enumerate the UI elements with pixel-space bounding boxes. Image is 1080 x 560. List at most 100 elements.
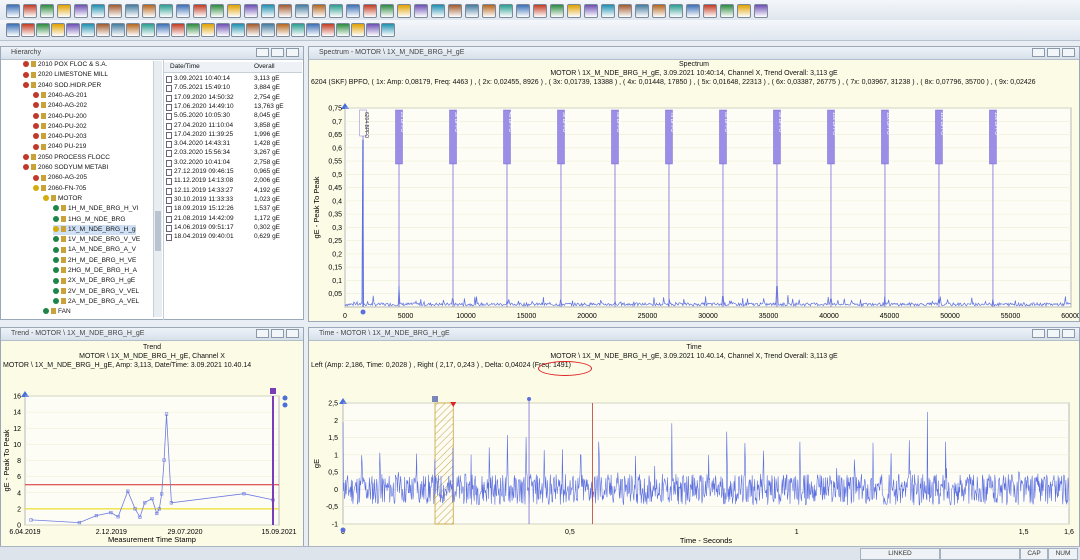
tree-item[interactable]: 2050 PROCESS FLOCC <box>23 153 110 163</box>
spectrum-cursor-handle[interactable] <box>360 309 366 315</box>
toolbar-button[interactable] <box>141 23 155 37</box>
toolbar-button[interactable] <box>737 4 751 18</box>
toolbar-button[interactable] <box>108 4 122 18</box>
list-item[interactable]: 17.09.2020 14:50:32 2,754 gE <box>164 93 302 102</box>
toolbar-button[interactable] <box>231 23 245 37</box>
toolbar-button[interactable] <box>448 4 462 18</box>
toolbar-button[interactable] <box>380 4 394 18</box>
list-item[interactable]: 11.12.2019 14:13:08 2,006 gE <box>164 176 302 186</box>
toolbar-button[interactable] <box>618 4 632 18</box>
tree-item[interactable]: 2010 POX FLOC & S.A. <box>23 60 107 70</box>
tree-item[interactable]: 2040-PU-202 <box>33 122 87 132</box>
toolbar-button[interactable] <box>686 4 700 18</box>
toolbar-button[interactable] <box>126 23 140 37</box>
tree-item[interactable]: 2040-PU-203 <box>33 132 87 142</box>
toolbar-button[interactable] <box>321 23 335 37</box>
toolbar-button[interactable] <box>244 4 258 18</box>
toolbar-button[interactable] <box>366 23 380 37</box>
tree-item[interactable]: 1H_M_NDE_BRG_H_VI <box>53 204 138 214</box>
toolbar-button[interactable] <box>57 4 71 18</box>
list-item[interactable]: 3.09.2021 10:40:14 3,113 gE <box>164 74 302 83</box>
trend-cursor-dot[interactable] <box>282 402 288 408</box>
time-chart[interactable]: -1-0,500,511,522,500,511,51,6Time - Seco… <box>309 341 1079 546</box>
toolbar-button[interactable] <box>176 4 190 18</box>
toolbar-button[interactable] <box>312 4 326 18</box>
list-item[interactable]: 30.10.2019 11:33:33 1,023 gE <box>164 195 302 204</box>
toolbar-button[interactable] <box>584 4 598 18</box>
trend-cursor-dot[interactable] <box>282 395 288 401</box>
tree-item[interactable]: 2040-AG-201 <box>33 91 87 101</box>
toolbar-button[interactable] <box>193 4 207 18</box>
list-item[interactable]: 17.04.2020 11:39:25 1,996 gE <box>164 130 302 139</box>
list-item[interactable]: 5.05.2020 10:05:30 8,045 gE <box>164 111 302 121</box>
tree-item[interactable]: 1HG_M_NDE_BRG <box>53 215 125 225</box>
toolbar-button[interactable] <box>156 23 170 37</box>
maximize-button[interactable] <box>271 329 284 338</box>
close-button[interactable] <box>1062 329 1075 338</box>
tree-item[interactable]: 1A_M_NDE_BRG_A_V <box>53 245 136 255</box>
maximize-button[interactable] <box>1047 48 1060 57</box>
toolbar-button[interactable] <box>567 4 581 18</box>
toolbar-button[interactable] <box>381 23 395 37</box>
list-item[interactable]: 27.04.2020 11:10:04 3,858 gE <box>164 121 302 130</box>
tree-item[interactable]: 1X_M_NDE_BRG_H_g <box>53 224 136 235</box>
list-item[interactable]: 3.02.2020 10:41:04 2,758 gE <box>164 158 302 167</box>
time-cursor-handle[interactable] <box>340 527 346 533</box>
toolbar-button[interactable] <box>125 4 139 18</box>
tree-item[interactable]: 2040 PU-219 <box>33 142 86 152</box>
toolbar-button[interactable] <box>227 4 241 18</box>
list-item[interactable]: 12.11.2019 14:33:27 4,192 gE <box>164 186 302 195</box>
toolbar-button[interactable] <box>51 23 65 37</box>
toolbar-button[interactable] <box>346 4 360 18</box>
tree-item[interactable]: 2060-FN-705 <box>33 184 86 194</box>
tree-item[interactable]: 1V_M_NDE_BRG_V_VE <box>53 235 140 245</box>
close-button[interactable] <box>286 48 299 57</box>
tree-item[interactable]: 2040-AG-202 <box>33 101 87 111</box>
toolbar-button[interactable] <box>363 4 377 18</box>
tree-item[interactable]: 2X_M_DE_BRG_H_gE <box>53 276 135 286</box>
list-item[interactable]: 17.06.2020 14:49:10 13,763 gE <box>164 102 302 111</box>
toolbar-button[interactable] <box>703 4 717 18</box>
toolbar-button[interactable] <box>329 4 343 18</box>
tree-item[interactable]: MOTOR <box>43 194 82 204</box>
toolbar-button[interactable] <box>465 4 479 18</box>
toolbar-button[interactable] <box>246 23 260 37</box>
tree-scrollbar-thumb[interactable] <box>155 211 161 251</box>
cursor-handle[interactable] <box>527 397 532 401</box>
toolbar-button[interactable] <box>6 4 20 18</box>
toolbar-button[interactable] <box>6 23 20 37</box>
minimize-button[interactable] <box>1032 329 1045 338</box>
list-item[interactable]: 7.05.2021 15:49:10 3,884 gE <box>164 83 302 93</box>
maximize-button[interactable] <box>1047 329 1060 338</box>
toolbar-button[interactable] <box>40 4 54 18</box>
tree-item[interactable]: 2040 SOD.HIDR.PER <box>23 81 101 91</box>
toolbar-button[interactable] <box>635 4 649 18</box>
toolbar-button[interactable] <box>295 4 309 18</box>
toolbar-button[interactable] <box>499 4 513 18</box>
toolbar-button[interactable] <box>533 4 547 18</box>
toolbar-button[interactable] <box>306 23 320 37</box>
toolbar-button[interactable] <box>397 4 411 18</box>
list-item[interactable]: 14.06.2019 09:51:17 0,302 gE <box>164 223 302 232</box>
minimize-button[interactable] <box>256 329 269 338</box>
tree-item[interactable]: 2060-AG-205 <box>33 173 87 183</box>
toolbar-button[interactable] <box>210 4 224 18</box>
toolbar-button[interactable] <box>278 4 292 18</box>
toolbar-button[interactable] <box>601 4 615 18</box>
toolbar-button[interactable] <box>81 23 95 37</box>
toolbar-button[interactable] <box>720 4 734 18</box>
tree-item[interactable]: 2A_M_DE_BRG_A_VEL <box>53 297 139 307</box>
column-header-datetime[interactable]: Date/Time <box>170 62 200 72</box>
tree-item[interactable]: FAN <box>43 307 71 317</box>
toolbar-button[interactable] <box>336 23 350 37</box>
toolbar-button[interactable] <box>216 23 230 37</box>
toolbar-button[interactable] <box>414 4 428 18</box>
toolbar-button[interactable] <box>159 4 173 18</box>
close-button[interactable] <box>1062 48 1075 57</box>
toolbar-button[interactable] <box>96 23 110 37</box>
toolbar-button[interactable] <box>171 23 185 37</box>
minimize-button[interactable] <box>1032 48 1045 57</box>
list-item[interactable]: 21.08.2019 14:42:09 1,172 gE <box>164 214 302 223</box>
close-button[interactable] <box>286 329 299 338</box>
maximize-button[interactable] <box>271 48 284 57</box>
